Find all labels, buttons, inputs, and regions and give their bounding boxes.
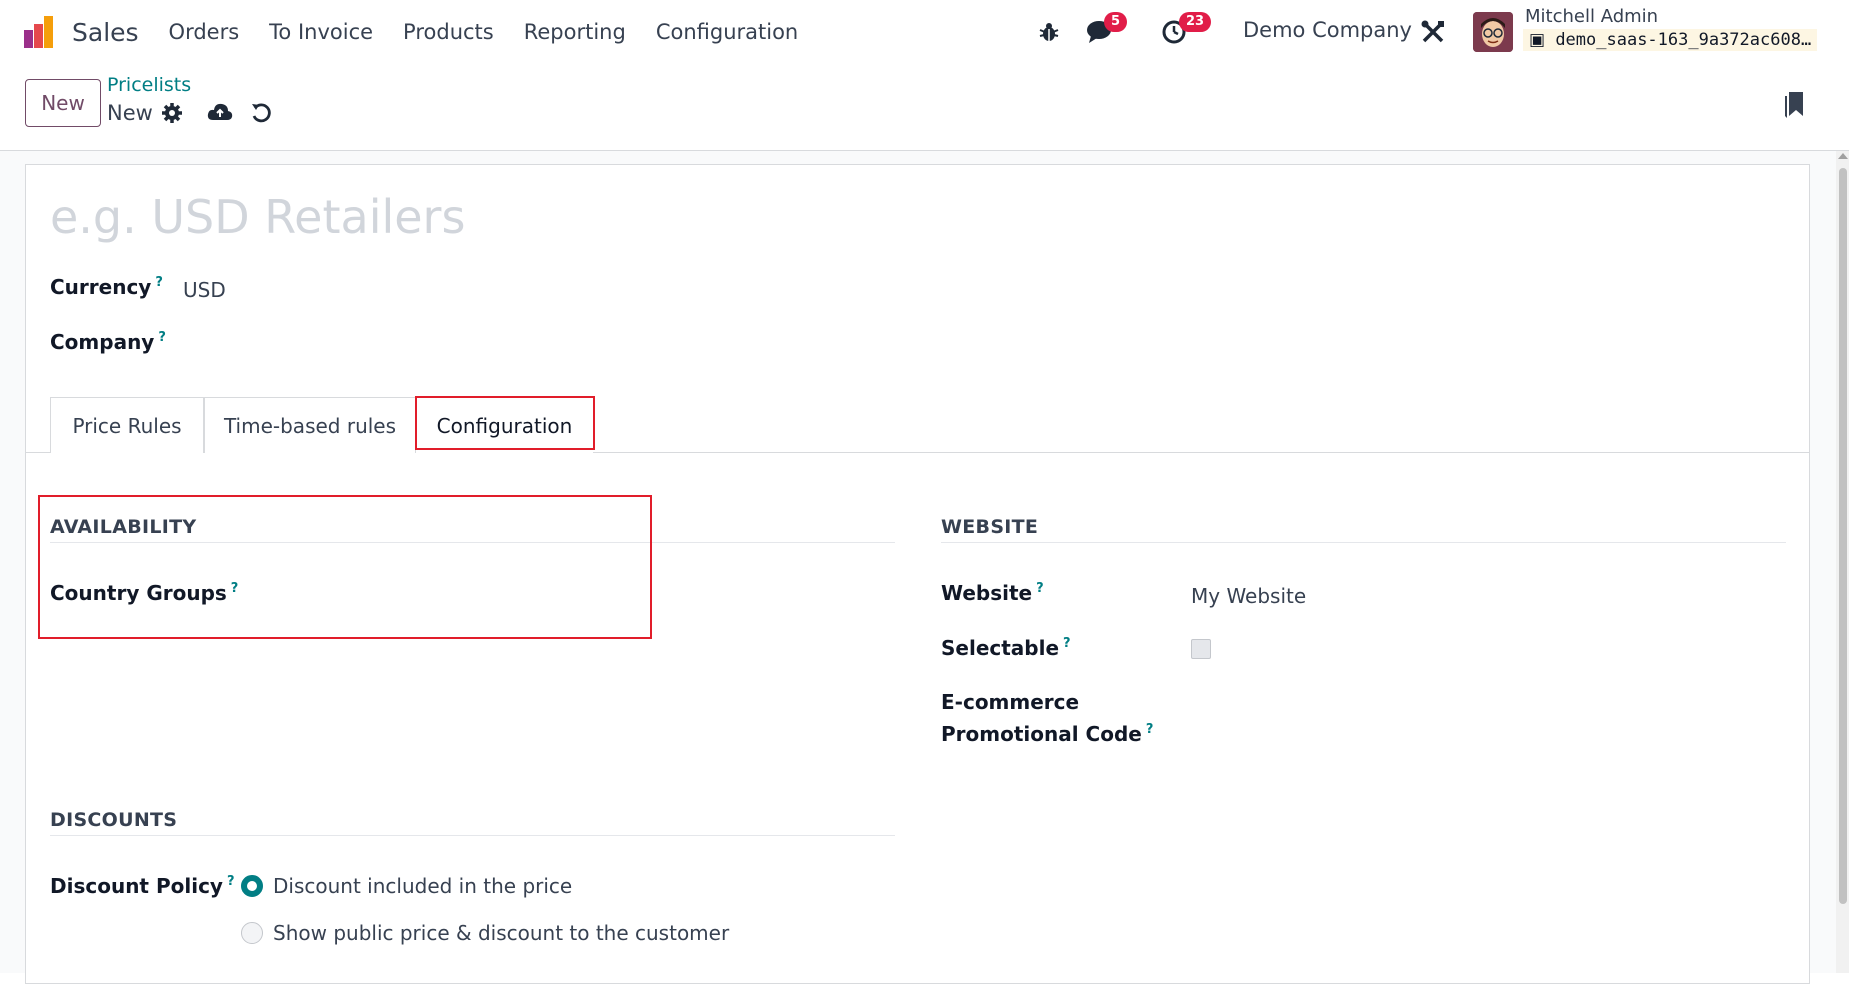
selectable-label-text: Selectable — [941, 636, 1060, 660]
radio-discount-included-label[interactable]: Discount included in the price — [273, 874, 572, 898]
database-label: demo_saas-163_9a372ac608… — [1555, 30, 1812, 50]
help-icon[interactable]: ? — [1036, 581, 1044, 596]
currency-label: Currency? — [50, 275, 163, 299]
website-rule — [941, 542, 1786, 543]
selectable-label: Selectable? — [941, 636, 1071, 660]
pricelist-name-input[interactable]: e.g. USD Retailers — [50, 190, 465, 244]
help-icon[interactable]: ? — [1063, 636, 1071, 651]
menu-configuration[interactable]: Configuration — [656, 20, 798, 44]
selectable-checkbox[interactable] — [1191, 639, 1211, 659]
website-section-title: WEBSITE — [941, 516, 1039, 538]
currency-label-text: Currency — [50, 275, 152, 299]
scroll-up-arrow-icon[interactable] — [1838, 153, 1848, 159]
database-name: ▣ demo_saas-163_9a372ac608… — [1523, 29, 1818, 51]
website-label-text: Website — [941, 581, 1033, 605]
company-label: Company? — [50, 330, 166, 354]
tab-price-rules[interactable]: Price Rules — [50, 397, 204, 453]
discounts-rule — [50, 835, 895, 836]
activities-badge: 23 — [1179, 12, 1212, 32]
help-icon[interactable]: ? — [227, 874, 235, 889]
menu-orders[interactable]: Orders — [169, 20, 240, 44]
website-label: Website? — [941, 581, 1044, 605]
website-field[interactable]: My Website — [1191, 584, 1306, 608]
menu-products[interactable]: Products — [403, 20, 494, 44]
bookmark-icon[interactable] — [1783, 90, 1805, 118]
company-field[interactable] — [183, 330, 783, 360]
discount-policy-label-text: Discount Policy — [50, 874, 223, 898]
tab-time-based-rules[interactable]: Time-based rules — [204, 397, 416, 453]
breadcrumb-pricelists[interactable]: Pricelists — [107, 74, 191, 96]
currency-field[interactable]: USD — [183, 278, 226, 302]
gear-icon[interactable] — [161, 102, 183, 124]
company-switcher[interactable]: Demo Company — [1243, 18, 1412, 42]
tab-highlight-annotation — [415, 396, 595, 450]
app-title[interactable]: Sales — [72, 18, 139, 47]
promo-code-label-line1: E-commerce — [941, 690, 1080, 714]
radio-discount-included[interactable] — [241, 875, 263, 897]
scrollbar-thumb[interactable] — [1839, 168, 1847, 904]
avatar-face-icon — [1473, 12, 1513, 52]
bug-icon[interactable] — [1037, 20, 1061, 44]
nav-left: Sales Orders To Invoice Products Reporti… — [22, 0, 828, 64]
tools-icon[interactable] — [1420, 19, 1446, 45]
top-navbar: Sales Orders To Invoice Products Reporti… — [0, 0, 1849, 64]
menu-reporting[interactable]: Reporting — [524, 20, 626, 44]
cloud-upload-icon[interactable] — [207, 101, 233, 123]
messages-badge: 5 — [1104, 12, 1128, 32]
undo-icon[interactable] — [250, 102, 272, 124]
app-logo-icon[interactable] — [22, 14, 58, 50]
discounts-section-title: DISCOUNTS — [50, 809, 178, 831]
radio-show-public-price-label[interactable]: Show public price & discount to the cust… — [273, 921, 729, 945]
help-icon[interactable]: ? — [158, 330, 166, 345]
record-name: New — [107, 101, 153, 125]
new-button[interactable]: New — [25, 79, 101, 127]
promo-code-label: Promotional Code? — [941, 722, 1153, 746]
menu-to-invoice[interactable]: To Invoice — [269, 20, 373, 44]
radio-show-public-price[interactable] — [241, 922, 263, 944]
help-icon[interactable]: ? — [155, 275, 163, 290]
promo-code-field[interactable] — [1191, 700, 1781, 730]
discount-policy-label: Discount Policy? — [50, 874, 235, 898]
availability-highlight-annotation — [38, 495, 652, 639]
help-icon[interactable]: ? — [1146, 722, 1154, 737]
user-name[interactable]: Mitchell Admin — [1525, 6, 1658, 27]
promo-code-label-text: Promotional Code — [941, 722, 1142, 746]
company-label-text: Company — [50, 330, 155, 354]
user-avatar[interactable] — [1473, 12, 1513, 52]
database-icon: ▣ — [1529, 30, 1546, 50]
